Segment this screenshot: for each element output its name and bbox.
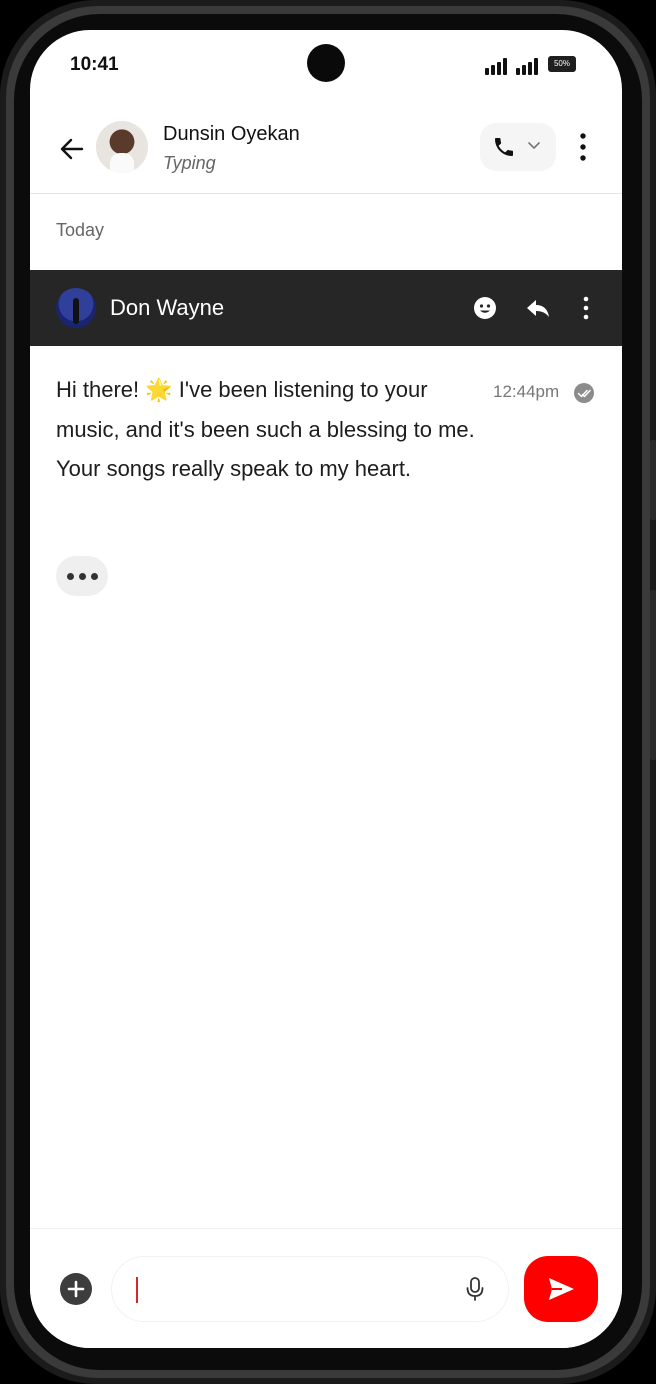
- signal-icon-2: [516, 57, 542, 75]
- add-attachment-button[interactable]: [60, 1273, 92, 1305]
- plus-icon: [67, 1280, 85, 1298]
- double-check-icon: [574, 383, 594, 403]
- microphone-icon: [466, 1277, 484, 1301]
- power-button: [650, 590, 656, 760]
- sender-name: Don Wayne: [110, 295, 225, 320]
- contact-avatar[interactable]: [96, 121, 148, 173]
- signal-icon: [485, 57, 511, 75]
- message-time: 12:44pm: [493, 382, 560, 401]
- reply-button[interactable]: [524, 294, 552, 322]
- message-text: Hi there! 🌟 I've been listening to your …: [56, 377, 475, 481]
- call-button[interactable]: [480, 123, 556, 171]
- message-input-container: [112, 1257, 508, 1321]
- contact-status: Typing: [163, 153, 216, 173]
- message-input[interactable]: [132, 1271, 456, 1309]
- more-vertical-icon: [583, 296, 589, 320]
- date-separator: Today: [56, 220, 105, 240]
- contact-name[interactable]: Dunsin Oyekan: [163, 123, 300, 146]
- text-caret: [136, 1277, 138, 1303]
- send-icon: [549, 1278, 574, 1300]
- voice-button[interactable]: [462, 1275, 488, 1303]
- sender-avatar: [56, 288, 96, 328]
- chat-header: Dunsin Oyekan Typing: [30, 115, 622, 194]
- typing-indicator: [56, 556, 108, 596]
- arrow-left-icon: [60, 138, 84, 160]
- more-vertical-icon: [580, 133, 586, 161]
- react-button[interactable]: [471, 294, 499, 322]
- phone-frame: 10:41 50% Dunsin Oyekan Typing Today Don…: [0, 0, 656, 1384]
- volume-button: [650, 440, 656, 520]
- message-action-bar: Don Wayne: [30, 270, 622, 346]
- phone-icon: [495, 138, 513, 156]
- front-camera: [307, 44, 345, 82]
- status-bar: 10:41 50%: [30, 30, 622, 100]
- status-time: 10:41: [70, 54, 119, 75]
- back-button[interactable]: [56, 133, 88, 165]
- chevron-down-icon: [528, 142, 540, 149]
- battery-indicator: 50%: [548, 56, 576, 72]
- message-more-button[interactable]: [575, 294, 597, 322]
- reply-icon: [527, 300, 549, 317]
- screen: 10:41 50% Dunsin Oyekan Typing Today Don…: [30, 30, 622, 1348]
- composer: [30, 1228, 622, 1348]
- emoji-icon: [474, 297, 496, 319]
- send-button[interactable]: [524, 1256, 598, 1322]
- more-options-button[interactable]: [572, 129, 594, 165]
